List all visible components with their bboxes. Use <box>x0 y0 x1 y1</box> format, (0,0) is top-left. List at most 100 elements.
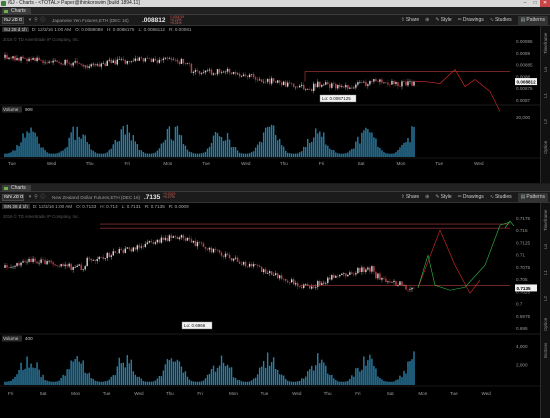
candle-body <box>196 242 199 247</box>
link-icon[interactable]: ⚲ <box>33 194 39 201</box>
zoom-button[interactable]: ⊕ <box>425 193 429 202</box>
volume-bar <box>36 136 38 157</box>
time-axis-label: Sat <box>387 391 395 396</box>
sidebar-item-ln[interactable]: Ln <box>542 235 550 257</box>
candle-body <box>22 56 24 59</box>
volume-bar <box>333 150 335 157</box>
symbol-input[interactable]: /6N 28 d 1h <box>2 194 24 201</box>
sidebar-item-ln[interactable]: Ln <box>542 58 550 80</box>
volume-axis-label: 2,000 <box>516 363 528 368</box>
volume-bar <box>46 380 48 385</box>
candle-body <box>146 58 149 59</box>
volume-bar <box>218 136 221 157</box>
volume-bar <box>357 367 359 385</box>
sidebar-item-timeframe[interactable]: Timeframe <box>542 32 550 54</box>
candle-body <box>46 62 48 64</box>
sidebar-item-buttons[interactable]: Buttons <box>542 339 550 361</box>
candle-body <box>164 57 167 59</box>
sidebar-item-l2[interactable]: L2 <box>542 287 550 309</box>
share-button[interactable]: ⇧ Share <box>401 16 420 25</box>
volume-bar <box>122 125 124 157</box>
volume-bar <box>182 144 185 157</box>
charts-tab[interactable]: Charts <box>2 8 31 15</box>
candle-body <box>297 283 299 287</box>
candle-body <box>375 79 377 82</box>
style-button[interactable]: ✎ Style <box>435 193 451 202</box>
volume-label: Volume <box>3 336 19 341</box>
sidebar-item-option[interactable]: Option <box>542 313 550 335</box>
candle-body <box>369 81 371 85</box>
candle-body <box>118 249 120 254</box>
volume-bar <box>86 373 88 385</box>
link-icon[interactable]: ⚲ <box>33 17 39 24</box>
info-icon[interactable]: ⓘ <box>40 194 46 201</box>
volume-bar <box>138 149 141 157</box>
candle-body <box>297 86 299 88</box>
zoom-button[interactable]: ⊕ <box>425 16 429 25</box>
charts-tab[interactable]: Charts <box>2 185 31 192</box>
candle-body <box>218 250 221 253</box>
sidebar-item-l2[interactable]: L2 <box>542 110 550 132</box>
volume-bar <box>134 141 137 157</box>
volume-bar <box>222 362 225 385</box>
volume-bar <box>66 146 68 157</box>
candle-body <box>130 248 133 252</box>
candle-body <box>246 266 249 267</box>
volume-bar <box>78 361 80 385</box>
close-button[interactable]: ✕ <box>540 0 550 7</box>
candle-body <box>202 72 205 73</box>
candle-body <box>325 82 327 85</box>
volume-bar <box>353 148 355 157</box>
volume-bar <box>56 153 58 157</box>
volume-bar <box>176 359 179 385</box>
time-axis-label: Sat <box>40 391 48 396</box>
candle-body <box>325 282 327 284</box>
candle-body <box>80 264 82 270</box>
volume-bar <box>172 140 175 157</box>
symbol-input[interactable]: /6J 28 d 1h <box>2 17 24 24</box>
candle-body <box>260 266 263 273</box>
volume-bar <box>220 355 223 385</box>
candle-body <box>365 81 367 86</box>
volume-bar <box>18 369 20 385</box>
studies-button[interactable]: ∿ Studies <box>490 16 512 25</box>
patterns-button[interactable]: ▤ Patterns <box>517 193 548 202</box>
price-axis-label: 0.00875 <box>516 86 533 91</box>
candle-body <box>156 239 159 243</box>
candle-body <box>154 58 157 61</box>
candle-body <box>8 267 10 269</box>
price-chart[interactable]: 2016 © TD Ameritrade IP Company, Inc. 0.0… <box>0 33 540 183</box>
candle-body <box>216 69 219 75</box>
candle-body <box>385 278 387 283</box>
drawings-button[interactable]: ✏ Drawings <box>458 16 484 25</box>
volume-bar <box>204 151 207 157</box>
volume-bar <box>260 142 263 157</box>
patterns-button[interactable]: ▤ Patterns <box>517 16 548 25</box>
drawings-button[interactable]: ✏ Drawings <box>458 193 484 202</box>
volume-bar <box>62 150 64 157</box>
sidebar-item-timeframe[interactable]: Timeframe <box>542 209 550 231</box>
style-button[interactable]: ✎ Style <box>435 16 451 25</box>
volume-bar <box>389 381 391 385</box>
studies-button[interactable]: ∿ Studies <box>490 193 512 202</box>
sidebar-item-option[interactable]: Option <box>542 136 550 158</box>
share-button[interactable]: ⇧ Share <box>401 193 420 202</box>
sidebar-item-l1[interactable]: L1 <box>542 261 550 283</box>
candle-body <box>242 74 245 77</box>
volume-bar <box>367 360 369 385</box>
maximize-button[interactable]: □ <box>530 0 540 7</box>
info-icon[interactable]: ⓘ <box>40 17 46 24</box>
volume-bar <box>351 375 353 385</box>
volume-bar <box>395 152 397 157</box>
candle-body <box>278 275 281 279</box>
price-chart[interactable]: 2016 © TD Ameritrade IP Company, Inc. 0.7… <box>0 210 540 418</box>
volume-bar <box>383 381 385 385</box>
candle-body <box>333 275 335 278</box>
sidebar-item-l1[interactable]: L1 <box>542 84 550 106</box>
volume-bar <box>82 134 84 157</box>
candle-body <box>184 238 187 241</box>
volume-bar <box>343 153 345 157</box>
minimize-button[interactable]: – <box>520 0 530 7</box>
candle-body <box>258 79 261 81</box>
volume-bar <box>331 374 333 385</box>
